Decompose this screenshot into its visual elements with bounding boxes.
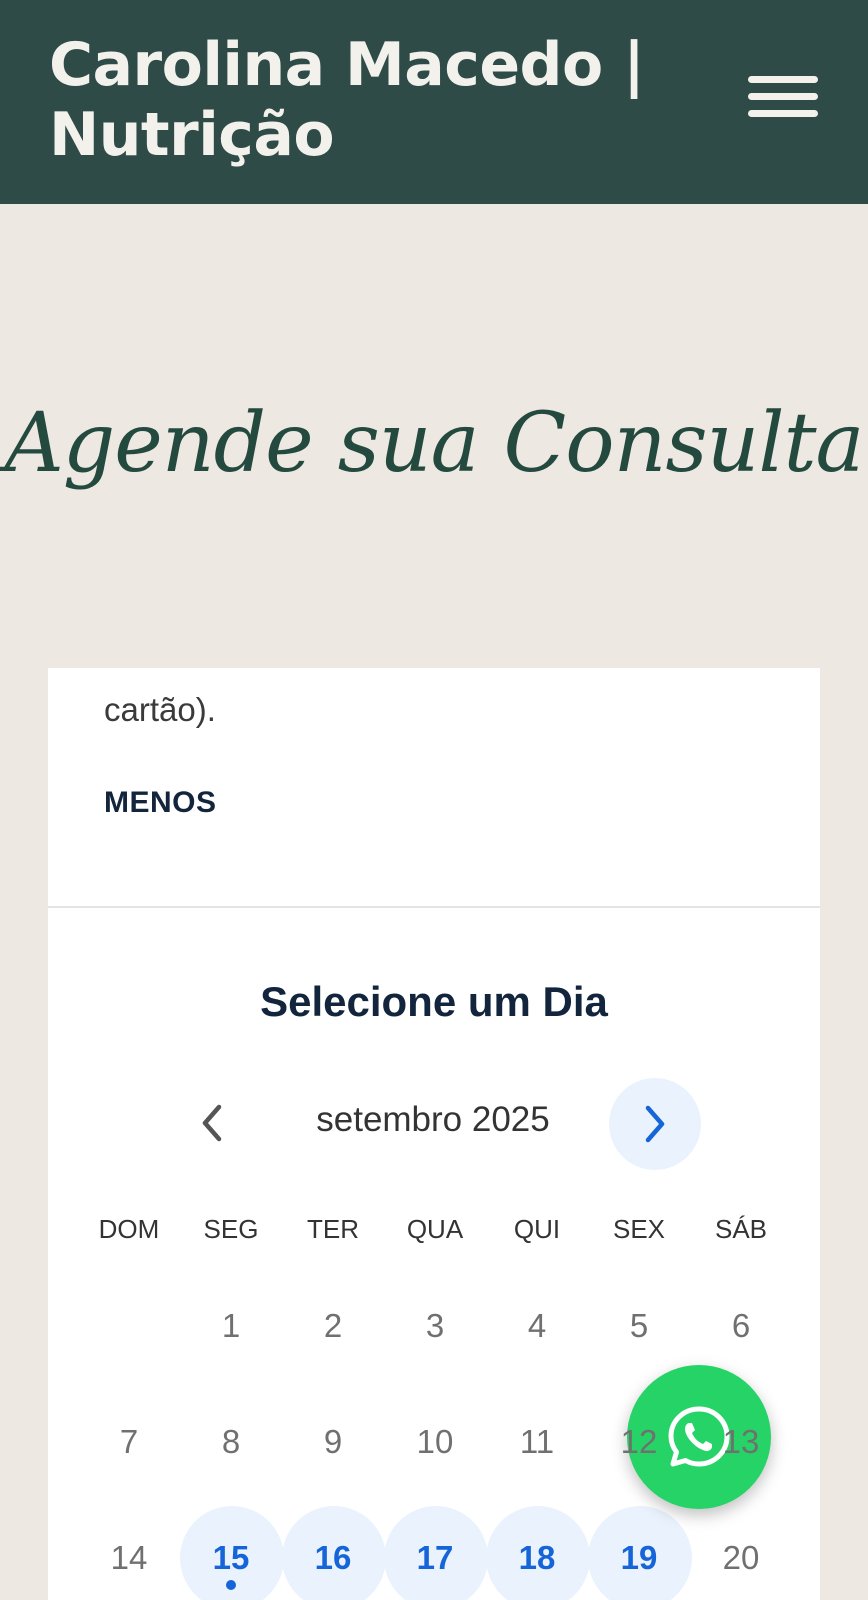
day-number: 17 <box>416 1539 454 1576</box>
day-number: 2 <box>323 1307 343 1344</box>
month-navigation: setembro 2025 <box>48 1078 820 1170</box>
chevron-left-icon[interactable] <box>184 1078 240 1168</box>
page-heading: Agende sua Consulta <box>4 396 865 491</box>
day-number: 9 <box>323 1423 343 1460</box>
calendar-day: 2 <box>282 1268 384 1384</box>
hamburger-menu-icon[interactable] <box>742 70 822 126</box>
day-number: 5 <box>629 1307 649 1344</box>
month-label: setembro 2025 <box>316 1100 550 1139</box>
day-number: 20 <box>722 1539 760 1576</box>
calendar-day: 7 <box>78 1384 180 1500</box>
day-number: 18 <box>518 1539 556 1576</box>
today-indicator <box>226 1580 236 1590</box>
calendar-day: 1 <box>180 1268 282 1384</box>
weekday-label: QUA <box>406 1214 464 1244</box>
service-description: cartão). <box>104 691 216 728</box>
chevron-right-icon[interactable] <box>609 1078 701 1170</box>
divider <box>48 906 820 908</box>
day-number: 7 <box>119 1423 139 1460</box>
site-title[interactable]: Carolina Macedo | Nutrição <box>49 30 689 170</box>
day-number: 4 <box>527 1307 547 1344</box>
day-number: 15 <box>212 1539 250 1576</box>
calendar-day: 20 <box>690 1500 792 1600</box>
calendar-day[interactable]: 17 <box>384 1500 488 1600</box>
day-number: 13 <box>722 1423 760 1460</box>
day-number: 12 <box>620 1423 658 1460</box>
weekday-label: DOM <box>98 1214 160 1244</box>
calendar-day: 3 <box>384 1268 486 1384</box>
day-number: 1 <box>221 1307 241 1344</box>
site-header: Carolina Macedo | Nutrição <box>0 0 868 204</box>
calendar-day[interactable]: 15 <box>180 1500 284 1600</box>
calendar-day: 5 <box>588 1268 690 1384</box>
calendar-day: 4 <box>486 1268 588 1384</box>
weekday-label: SEX <box>612 1214 666 1244</box>
day-number: 10 <box>416 1423 454 1460</box>
day-number: 19 <box>620 1539 658 1576</box>
calendar-day[interactable]: 19 <box>588 1500 692 1600</box>
calendar-day: 9 <box>282 1384 384 1500</box>
weekday-label: TER <box>307 1214 359 1244</box>
day-number: 8 <box>221 1423 241 1460</box>
weekday-label: SEG <box>203 1214 259 1244</box>
day-number: 11 <box>519 1423 555 1460</box>
calendar-day: 8 <box>180 1384 282 1500</box>
calendar-day: 14 <box>78 1500 180 1600</box>
day-number: 3 <box>425 1307 445 1344</box>
weekday-label: SÁB <box>714 1214 768 1244</box>
weekday-header: DOM SEG TER QUA QUI SEX SÁB <box>78 1214 792 1245</box>
calendar-day: 10 <box>384 1384 486 1500</box>
day-number: 14 <box>110 1539 148 1576</box>
weekday-label: QUI <box>513 1214 561 1244</box>
calendar-empty-cell <box>78 1268 180 1384</box>
calendar-day: 11 <box>486 1384 588 1500</box>
show-less-button[interactable]: MENOS <box>104 786 217 820</box>
calendar-day[interactable]: 16 <box>282 1500 386 1600</box>
day-number: 16 <box>314 1539 352 1576</box>
calendar-week: 14 15 16 17 18 19 20 <box>78 1500 792 1600</box>
calendar-title: Selecione um Dia <box>260 978 608 1025</box>
day-number: 6 <box>731 1307 751 1344</box>
calendar-day[interactable]: 18 <box>486 1500 590 1600</box>
